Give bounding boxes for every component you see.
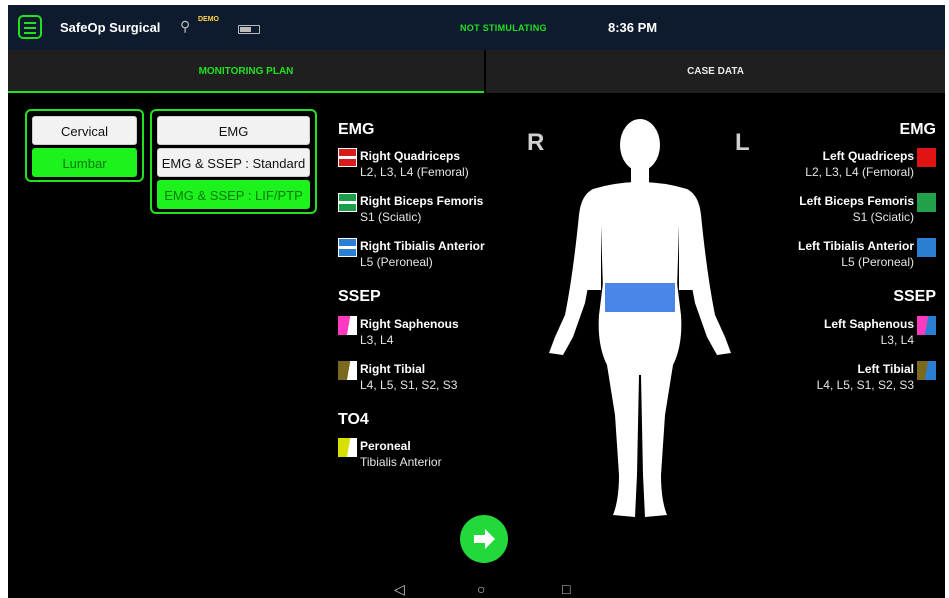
left-saphenous-item[interactable]: Left Saphenous L3, L4 [824,316,914,348]
muscle-name: Left Biceps Femoris [799,194,914,208]
tab-bar: MONITORING PLAN CASE DATA [8,50,945,93]
right-tibialis-anterior-item[interactable]: Right Tibialis Anterior L5 (Peroneal) [360,238,485,270]
region-option-lumbar[interactable]: Lumbar [32,148,137,177]
muscle-name: Peroneal [360,439,411,453]
nerve-label: S1 (Sciatic) [852,210,914,224]
recents-icon[interactable]: □ [562,581,570,597]
muscle-name: Right Saphenous [360,317,459,331]
mode-option-emg[interactable]: EMG [157,116,310,145]
stimulation-status: NOT STIMULATING [460,23,547,33]
nerve-label: L3, L4 [880,333,914,347]
mode-option-emg-ssep-standard[interactable]: EMG & SSEP : Standard [157,148,310,177]
left-tibial-swatch[interactable] [917,361,936,380]
muscle-name: Right Biceps Femoris [360,194,484,208]
mode-selector: EMG EMG & SSEP : Standard EMG & SSEP : L… [150,109,317,214]
left-saphenous-swatch[interactable] [917,316,936,335]
right-biceps-femoris-item[interactable]: Right Biceps Femoris S1 (Sciatic) [360,193,483,225]
status-bar: SafeOp Surgical ⚲ DEMO NOT STIMULATING 8… [8,5,945,50]
peroneal-swatch[interactable] [338,438,357,457]
body-diagram [549,119,731,517]
muscle-name: Left Quadriceps [822,149,914,163]
right-quadriceps-swatch[interactable] [338,148,357,167]
nerve-label: L5 (Peroneal) [360,255,433,269]
right-tibial-item[interactable]: Right Tibial L4, L5, S1, S2, S3 [360,361,457,393]
clock: 8:36 PM [608,20,658,35]
mode-option-emg-ssep-lif-ptp[interactable]: EMG & SSEP : LIF/PTP [157,180,310,209]
nerve-label: S1 (Sciatic) [360,210,422,224]
muscle-name: Left Tibial [857,362,914,376]
device-screen: SafeOp Surgical ⚲ DEMO NOT STIMULATING 8… [8,5,945,598]
left-emg-heading: EMG [899,121,936,138]
home-icon[interactable]: ○ [477,581,485,597]
arrow-right-icon [474,529,495,549]
nerve-label: L2, L3, L4 (Femoral) [360,165,469,179]
demo-badge: DEMO [198,16,219,23]
lumbar-highlight[interactable] [605,283,675,312]
tab-monitoring-plan[interactable]: MONITORING PLAN [8,50,484,93]
tab-case-data[interactable]: CASE DATA [486,50,945,93]
left-biceps-femoris-swatch[interactable] [917,193,936,212]
muscle-name: Right Tibial [360,362,426,376]
nerve-label: Tibialis Anterior [360,455,442,469]
left-tibial-item[interactable]: Left Tibial L4, L5, S1, S2, S3 [817,361,914,393]
right-quadriceps-item[interactable]: Right Quadriceps L2, L3, L4 (Femoral) [360,148,469,180]
next-button[interactable] [460,515,508,563]
left-quadriceps-swatch[interactable] [917,148,936,167]
battery-icon [238,25,260,34]
right-ssep-heading: SSEP [338,288,381,305]
nerve-label: L4, L5, S1, S2, S3 [816,378,914,392]
left-ssep-heading: SSEP [893,288,936,305]
right-saphenous-item[interactable]: Right Saphenous L3, L4 [360,316,459,348]
right-tibial-swatch[interactable] [338,361,357,380]
right-tibialis-anterior-swatch[interactable] [338,238,357,257]
muscle-name: Left Tibialis Anterior [797,239,914,253]
right-emg-heading: EMG [338,121,375,138]
app-title: SafeOp Surgical [60,20,161,35]
region-option-cervical[interactable]: Cervical [32,116,137,145]
muscle-name: Right Quadriceps [360,149,461,163]
left-quadriceps-item[interactable]: Left Quadriceps L2, L3, L4 (Femoral) [805,148,914,180]
nerve-label: L2, L3, L4 (Femoral) [805,165,914,179]
body-silhouette [549,119,731,517]
peroneal-item[interactable]: Peroneal Tibialis Anterior [360,438,442,470]
left-biceps-femoris-item[interactable]: Left Biceps Femoris S1 (Sciatic) [799,193,914,225]
usb-icon: ⚲ [180,18,191,34]
nerve-label: L3, L4 [360,333,394,347]
to4-heading: TO4 [338,411,369,428]
muscle-name: Left Saphenous [823,317,914,331]
left-tibialis-anterior-item[interactable]: Left Tibialis Anterior L5 (Peroneal) [798,238,914,270]
region-selector: Cervical Lumbar [25,109,144,182]
nerve-label: L4, L5, S1, S2, S3 [360,378,458,392]
back-icon[interactable]: ◁ [394,581,405,598]
muscle-name: Right Tibialis Anterior [360,239,485,253]
menu-icon[interactable] [18,15,42,39]
right-saphenous-swatch[interactable] [338,316,357,335]
right-biceps-femoris-swatch[interactable] [338,193,357,212]
nerve-label: L5 (Peroneal) [841,255,914,269]
left-tibialis-anterior-swatch[interactable] [917,238,936,257]
